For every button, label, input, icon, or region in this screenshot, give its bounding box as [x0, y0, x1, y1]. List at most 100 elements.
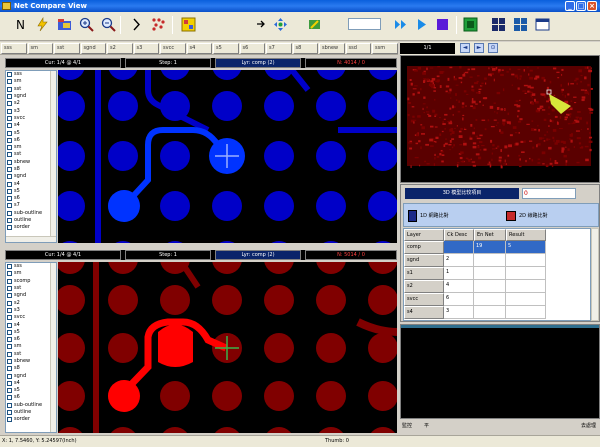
table-cell[interactable] [474, 267, 506, 280]
compare-result-table[interactable]: Layer Ck Desc En Net Result comp 19 5 sgnd 2 s1 1 s… [403, 228, 591, 321]
close-button[interactable]: × [587, 1, 597, 11]
select-icon[interactable] [254, 16, 271, 33]
layer-checkbox[interactable] [7, 322, 12, 328]
layer-list-row[interactable]: svcc [6, 314, 56, 321]
layer-list-row[interactable]: sgnd [6, 372, 56, 379]
table-header-cell[interactable]: En Net [474, 229, 506, 241]
layer-list-row[interactable]: s5 [6, 329, 56, 336]
minimap-next-icon[interactable]: ► [474, 43, 484, 53]
layer-list-row[interactable]: s8 [6, 166, 56, 173]
layer-list-row[interactable]: s3 [6, 307, 56, 314]
layer-tab-6[interactable]: svcc [160, 43, 186, 54]
tab-trace-compare[interactable]: 2D 線路比對 [506, 208, 548, 223]
layer-checkbox[interactable] [7, 174, 12, 180]
layer-checkbox[interactable] [7, 395, 12, 401]
table-cell[interactable]: 2 [444, 254, 474, 267]
layer-checkbox[interactable] [7, 293, 12, 299]
board-overview-map[interactable] [400, 55, 600, 183]
layer-list-row[interactable]: s5 [6, 129, 56, 136]
layout-icon[interactable] [180, 16, 197, 33]
zoom-out-icon[interactable] [100, 16, 117, 33]
table-cell[interactable] [474, 280, 506, 293]
layer-checkbox[interactable] [7, 329, 12, 335]
table-cell[interactable] [474, 254, 506, 267]
layer-checkbox[interactable] [7, 417, 12, 423]
table-row-header[interactable]: sgnd [404, 254, 444, 267]
top-layer-vscroll[interactable] [50, 71, 56, 242]
table-cell[interactable] [474, 293, 506, 306]
move-icon[interactable] [272, 16, 289, 33]
layer-checkbox[interactable] [7, 351, 12, 357]
layer-list-row[interactable]: s4 [6, 321, 56, 328]
layer-tab-13[interactable]: ssd [345, 43, 371, 54]
tile-alt-icon[interactable] [512, 16, 529, 33]
layer-list-row[interactable]: s6 [6, 394, 56, 401]
table-row-header[interactable]: s4 [404, 306, 444, 319]
stop-icon[interactable] [434, 16, 451, 33]
table-cell[interactable] [506, 254, 546, 267]
step-value-field[interactable] [348, 18, 381, 30]
layer-list-row[interactable]: s6 [6, 137, 56, 144]
layer-checkbox[interactable] [7, 196, 12, 202]
layer-checkbox[interactable] [7, 94, 12, 100]
table-cell[interactable] [506, 267, 546, 280]
layer-checkbox[interactable] [7, 203, 12, 209]
bottom-layer-list[interactable]: sss sm scomp sst sgnd s2 s3 svcc s4 s5 s6 sm sst sbne… [5, 262, 57, 433]
layer-checkbox[interactable] [7, 300, 12, 306]
tile-icon[interactable] [490, 16, 507, 33]
layer-checkbox[interactable] [7, 218, 12, 224]
layer-list-row[interactable]: svcc [6, 115, 56, 122]
pencil-icon[interactable] [306, 16, 323, 33]
table-cell[interactable] [474, 306, 506, 319]
layer-list-row[interactable]: s2 [6, 100, 56, 107]
layer-checkbox[interactable] [7, 278, 12, 284]
layer-checkbox[interactable] [7, 344, 12, 350]
layer-list-row[interactable]: s5 [6, 188, 56, 195]
layer-checkbox[interactable] [7, 359, 12, 364]
layer-list-row[interactable]: sst [6, 285, 56, 292]
zoom-in-icon[interactable] [78, 16, 95, 33]
layer-checkbox[interactable] [7, 337, 12, 343]
layer-list-row[interactable]: s7 [6, 202, 56, 209]
grid-dots-icon[interactable] [150, 16, 167, 33]
layer-checkbox[interactable] [7, 123, 12, 129]
table-header-cell[interactable]: Result [506, 229, 546, 241]
minimap-fit-icon[interactable]: ⊙ [488, 43, 498, 53]
layer-checkbox[interactable] [7, 410, 12, 416]
layer-tab-11[interactable]: s8 [292, 43, 318, 54]
layer-tab-3[interactable]: sgnd [80, 43, 106, 54]
table-cell[interactable]: 1 [444, 267, 474, 280]
layer-list-row[interactable]: s4 [6, 380, 56, 387]
window-icon[interactable] [534, 16, 551, 33]
table-cell[interactable] [506, 280, 546, 293]
layer-list-row[interactable]: sm [6, 343, 56, 350]
layer-checkbox[interactable] [7, 286, 12, 292]
layer-tab-8[interactable]: s5 [213, 43, 239, 54]
layer-list-row[interactable]: s6 [6, 336, 56, 343]
layer-tab-12[interactable]: sbnew [319, 43, 345, 54]
table-row-header[interactable]: s1 [404, 267, 444, 280]
layer-list-row[interactable]: sgnd [6, 173, 56, 180]
layer-checkbox[interactable] [7, 72, 12, 78]
table-cell[interactable]: 4 [444, 280, 474, 293]
layer-list-row[interactable]: sgnd [6, 292, 56, 299]
layer-checkbox[interactable] [7, 315, 12, 321]
table-cell[interactable] [506, 293, 546, 306]
layer-checkbox[interactable] [7, 167, 12, 172]
compare-table-vscroll[interactable] [591, 228, 599, 321]
table-cell[interactable]: 3 [444, 306, 474, 319]
layer-tab-4[interactable]: s2 [107, 43, 133, 54]
layer-tab-10[interactable]: s7 [266, 43, 292, 54]
layer-checkbox[interactable] [7, 101, 12, 107]
layer-checkbox[interactable] [7, 159, 12, 165]
layer-list-row[interactable]: sorder [6, 224, 56, 231]
layer-checkbox[interactable] [7, 86, 12, 92]
layer-checkbox[interactable] [7, 79, 12, 85]
top-layer-list[interactable]: sss sm sst sgnd s2 s3 svcc s4 s5 s6 sm sst sbnew s8 sg… [5, 70, 57, 243]
layer-list-row[interactable]: outline [6, 217, 56, 224]
play-icon[interactable] [413, 16, 430, 33]
layer-list-row[interactable]: sst [6, 86, 56, 93]
compare-count-field[interactable]: 0 [522, 188, 576, 199]
table-cell[interactable]: 5 [506, 241, 546, 254]
layer-checkbox[interactable] [7, 188, 12, 194]
